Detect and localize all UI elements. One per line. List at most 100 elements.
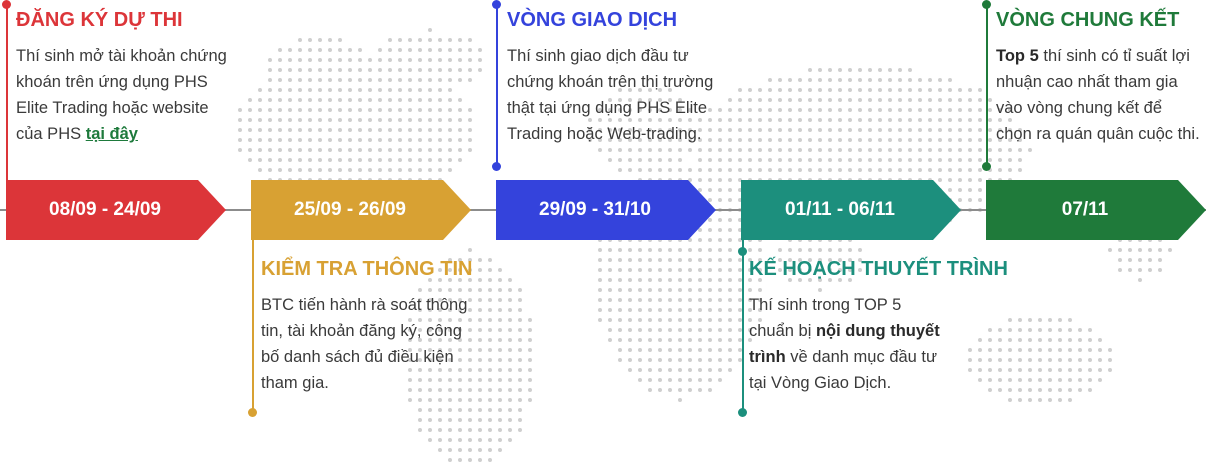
map-dot xyxy=(748,158,752,162)
map-dot xyxy=(278,48,282,52)
map-dot xyxy=(808,68,812,72)
map-dot xyxy=(968,168,972,172)
map-dot xyxy=(678,298,682,302)
map-dot xyxy=(858,148,862,152)
map-dot xyxy=(1098,348,1102,352)
map-dot xyxy=(978,98,982,102)
map-dot xyxy=(728,338,732,342)
map-dot xyxy=(668,378,672,382)
map-dot xyxy=(308,88,312,92)
map-dot xyxy=(958,198,962,202)
timeline-date-registration: 08/09 - 24/09 xyxy=(49,199,161,220)
map-dot xyxy=(448,108,452,112)
map-dot xyxy=(788,128,792,132)
map-dot xyxy=(388,138,392,142)
map-dot xyxy=(918,158,922,162)
map-dot xyxy=(458,118,462,122)
map-dot xyxy=(1158,268,1162,272)
map-dot xyxy=(998,148,1002,152)
map-dot xyxy=(1138,248,1142,252)
map-dot xyxy=(368,108,372,112)
map-dot xyxy=(1098,378,1102,382)
map-dot xyxy=(798,98,802,102)
map-dot xyxy=(888,158,892,162)
map-dot xyxy=(308,148,312,152)
map-dot xyxy=(458,98,462,102)
map-dot xyxy=(518,408,522,412)
map-dot xyxy=(668,288,672,292)
map-dot xyxy=(648,278,652,282)
map-dot xyxy=(628,278,632,282)
map-dot xyxy=(318,48,322,52)
timeline-date-final-round: 07/11 xyxy=(1061,199,1109,220)
map-dot xyxy=(978,178,982,182)
map-dot xyxy=(358,68,362,72)
map-dot xyxy=(418,48,422,52)
map-dot xyxy=(458,428,462,432)
map-dot xyxy=(518,318,522,322)
map-dot xyxy=(718,108,722,112)
map-dot xyxy=(818,108,822,112)
map-dot xyxy=(658,368,662,372)
map-dot xyxy=(928,78,932,82)
map-dot xyxy=(718,338,722,342)
connector-end-dot-presentation-plan xyxy=(738,408,747,417)
map-dot xyxy=(828,128,832,132)
map-dot xyxy=(778,88,782,92)
map-dot xyxy=(908,168,912,172)
map-dot xyxy=(898,118,902,122)
map-dot xyxy=(968,368,972,372)
map-dot xyxy=(508,318,512,322)
map-dot xyxy=(368,98,372,102)
map-dot xyxy=(888,108,892,112)
map-dot xyxy=(978,198,982,202)
map-dot xyxy=(818,88,822,92)
map-dot xyxy=(908,98,912,102)
map-dot xyxy=(418,88,422,92)
map-dot xyxy=(448,168,452,172)
map-dot xyxy=(418,398,422,402)
map-dot xyxy=(898,168,902,172)
map-dot xyxy=(298,68,302,72)
map-dot xyxy=(1048,318,1052,322)
map-dot xyxy=(728,158,732,162)
map-dot xyxy=(458,108,462,112)
map-dot xyxy=(878,168,882,172)
map-dot xyxy=(668,248,672,252)
registration-link[interactable]: tại đây xyxy=(86,125,138,143)
connector-dot-presentation-plan xyxy=(738,247,747,256)
map-dot xyxy=(858,168,862,172)
map-dot xyxy=(1118,268,1122,272)
map-dot xyxy=(308,58,312,62)
map-dot xyxy=(728,178,732,182)
map-dot xyxy=(328,38,332,42)
map-dot xyxy=(798,108,802,112)
map-dot xyxy=(628,318,632,322)
map-dot xyxy=(348,58,352,62)
map-dot xyxy=(388,118,392,122)
map-dot xyxy=(728,298,732,302)
map-dot xyxy=(998,348,1002,352)
map-dot xyxy=(1018,338,1022,342)
map-dot xyxy=(598,278,602,282)
map-dot xyxy=(1098,338,1102,342)
map-dot xyxy=(468,448,472,452)
map-dot xyxy=(448,438,452,442)
map-dot xyxy=(1088,378,1092,382)
map-dot xyxy=(258,128,262,132)
map-dot xyxy=(428,418,432,422)
map-dot xyxy=(638,348,642,352)
map-dot xyxy=(408,88,412,92)
map-dot xyxy=(1148,248,1152,252)
map-dot xyxy=(898,138,902,142)
connector-end-dot-final-round xyxy=(982,162,991,171)
map-dot xyxy=(468,408,472,412)
map-dot xyxy=(428,48,432,52)
map-dot xyxy=(698,158,702,162)
map-dot xyxy=(348,88,352,92)
map-dot xyxy=(508,408,512,412)
map-dot xyxy=(958,148,962,152)
map-dot xyxy=(428,108,432,112)
map-dot xyxy=(338,128,342,132)
map-dot xyxy=(328,138,332,142)
